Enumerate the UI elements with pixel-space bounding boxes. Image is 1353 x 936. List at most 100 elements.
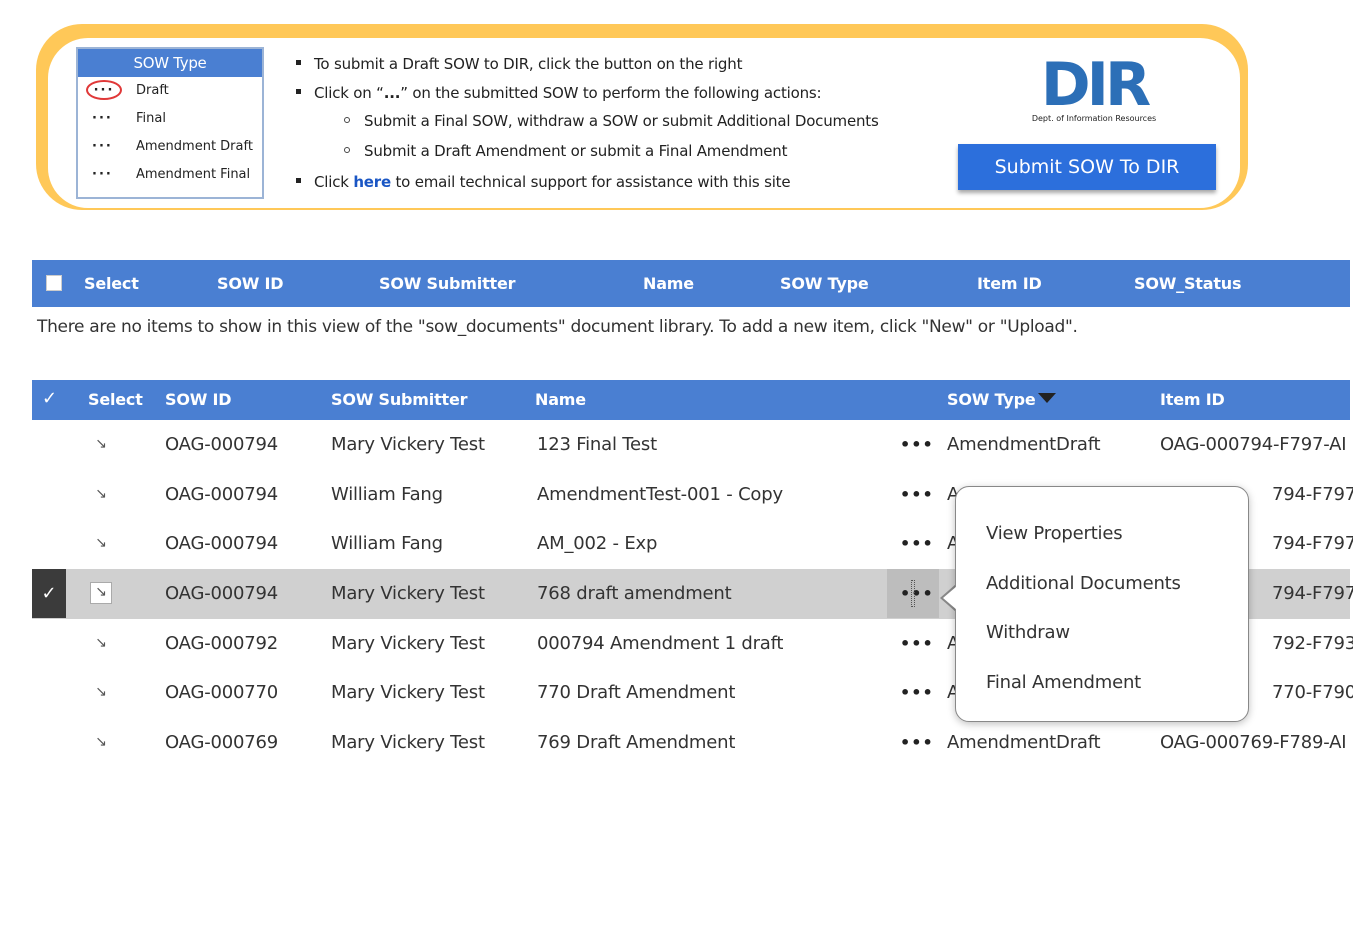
bullet-icon <box>296 60 301 65</box>
legend-item-amendment-draft: ··· Amendment Draft <box>78 133 262 161</box>
cell-name[interactable]: 768 draft amendment <box>537 569 732 618</box>
cell-sow-id: OAG-000794 <box>165 533 279 555</box>
select-all-checkbox[interactable] <box>46 275 62 291</box>
ellipsis-icon: ··· <box>92 139 113 154</box>
cell-sow-type: AmendmentDraft <box>947 732 1101 754</box>
legend-label: Draft <box>136 83 169 98</box>
item-menu-ellipsis[interactable]: ••• <box>900 569 933 618</box>
document-type-icon[interactable]: ↘ <box>90 582 112 605</box>
empty-library-message: There are no items to show in this view … <box>37 317 1078 337</box>
column-header-name[interactable]: Name <box>535 380 586 420</box>
cell-item-id: OAG-000794-F797-AI <box>1160 434 1347 455</box>
cell-sow-id: OAG-000769 <box>165 732 279 754</box>
submit-sow-button[interactable]: Submit SOW To DIR <box>958 144 1216 190</box>
document-type-icon[interactable]: ↘ <box>92 634 110 652</box>
cell-sow-id: OAG-000792 <box>165 632 279 654</box>
cell-submitter: William Fang <box>331 483 443 505</box>
column-header-sow-submitter[interactable]: SOW Submitter <box>379 260 516 307</box>
legend-label: Amendment Final <box>136 167 251 182</box>
callout-pointer-fill <box>943 586 957 610</box>
cell-sow-id: OAG-000770 <box>165 682 279 704</box>
cell-submitter: William Fang <box>331 533 443 555</box>
column-header-name[interactable]: Name <box>643 260 694 307</box>
item-menu-ellipsis[interactable]: ••• <box>900 420 933 469</box>
cell-name[interactable]: AmendmentTest-001 - Copy <box>537 470 783 519</box>
column-header-sow-id[interactable]: SOW ID <box>217 260 284 307</box>
sub-bullet-icon <box>344 116 350 123</box>
cell-item-id: 792-F793-AI <box>1272 632 1353 654</box>
document-type-icon[interactable]: ↘ <box>92 534 110 552</box>
cell-sow-type: AmendmentDraft <box>947 434 1101 455</box>
cell-sow-id: OAG-000794 <box>165 434 279 455</box>
table-row[interactable]: ↘ OAG-000769 Mary Vickery Test 769 Draft… <box>32 718 1350 768</box>
instruction-item: To submit a Draft SOW to DIR, click the … <box>296 54 742 74</box>
legend-item-amendment-final: ··· Amendment Final <box>78 161 262 189</box>
column-header-select[interactable]: Select <box>88 380 143 420</box>
cell-sow-id: OAG-000794 <box>165 483 279 505</box>
ellipsis-icon: ··· <box>92 167 113 182</box>
item-menu-ellipsis[interactable]: ••• <box>900 470 933 519</box>
cell-name[interactable]: 770 Draft Amendment <box>537 668 735 717</box>
cell-name[interactable]: 769 Draft Amendment <box>537 718 735 767</box>
column-header-sow-type[interactable]: SOW Type <box>947 380 1056 420</box>
menu-item-withdraw[interactable]: Withdraw <box>986 622 1070 643</box>
menu-item-view-properties[interactable]: View Properties <box>986 523 1123 544</box>
dir-logo: DIR Dept. of Information Resources <box>1028 50 1160 128</box>
instruction-item: Click here to email technical support fo… <box>296 172 791 192</box>
instruction-subitem: Submit a Final SOW, withdraw a SOW or su… <box>344 111 879 131</box>
item-menu-ellipsis[interactable]: ••• <box>900 619 933 668</box>
sow-type-legend-title: SOW Type <box>78 49 262 77</box>
cell-sow-id: OAG-000794 <box>165 583 279 605</box>
legend-label: Amendment Draft <box>136 139 253 154</box>
column-header-sow-id[interactable]: SOW ID <box>165 380 232 420</box>
column-header-sow-status[interactable]: SOW_Status <box>1134 260 1242 307</box>
table1-header: Select SOW ID SOW Submitter Name SOW Typ… <box>32 260 1350 307</box>
menu-item-final-amendment[interactable]: Final Amendment <box>986 672 1141 693</box>
item-menu-ellipsis[interactable]: ••• <box>900 519 933 568</box>
cell-item-id: 794-F797-AI <box>1272 483 1353 505</box>
cell-submitter: Mary Vickery Test <box>331 632 485 654</box>
document-type-icon[interactable]: ↘ <box>92 683 110 701</box>
column-header-item-id[interactable]: Item ID <box>977 260 1042 307</box>
cell-item-id: 770-F790-AI <box>1272 682 1353 704</box>
filter-icon <box>1037 392 1056 403</box>
column-header-sow-submitter[interactable]: SOW Submitter <box>331 380 468 420</box>
cell-item-id: 794-F797-AI <box>1272 583 1353 605</box>
instruction-item: Click on “...” on the submitted SOW to p… <box>296 83 822 103</box>
cell-name[interactable]: 123 Final Test <box>537 420 657 469</box>
dir-logo-text: DIR <box>1040 50 1151 120</box>
legend-item-final: ··· Final <box>78 105 262 133</box>
item-menu-ellipsis[interactable]: ••• <box>900 718 933 767</box>
column-header-sow-type[interactable]: SOW Type <box>780 260 869 307</box>
sub-bullet-icon <box>344 146 350 153</box>
legend-item-draft: ··· Draft <box>78 77 262 105</box>
support-email-link[interactable]: here <box>353 173 391 191</box>
checkmark-icon[interactable]: ✓ <box>42 380 57 418</box>
table2-header: ✓ Select SOW ID SOW Submitter Name SOW T… <box>32 380 1350 420</box>
instruction-subitem: Submit a Draft Amendment or submit a Fin… <box>344 141 787 161</box>
table-row[interactable]: ↘ OAG-000794 Mary Vickery Test 123 Final… <box>32 420 1350 470</box>
ellipsis-circled-icon: ··· <box>86 80 122 100</box>
dir-logo-subtitle: Dept. of Information Resources <box>1031 114 1157 123</box>
cell-name[interactable]: AM_002 - Exp <box>537 519 657 568</box>
bullet-icon <box>296 89 301 94</box>
cell-submitter: Mary Vickery Test <box>331 434 485 455</box>
item-menu-ellipsis[interactable]: ••• <box>900 668 933 717</box>
row-selected-checkmark-icon[interactable]: ✓ <box>32 569 66 619</box>
document-type-icon[interactable]: ↘ <box>92 485 110 503</box>
document-type-icon[interactable]: ↘ <box>92 435 110 453</box>
sow-type-legend: SOW Type ··· Draft ··· Final ··· Amendme… <box>76 47 264 199</box>
cell-item-id: OAG-000769-F789-AI <box>1160 732 1347 754</box>
document-type-icon[interactable]: ↘ <box>92 733 110 751</box>
cell-name[interactable]: 000794 Amendment 1 draft <box>537 619 783 668</box>
cell-submitter: Mary Vickery Test <box>331 732 485 754</box>
column-header-select[interactable]: Select <box>84 260 139 307</box>
ellipsis-icon: ··· <box>92 111 113 126</box>
bullet-icon <box>296 178 301 183</box>
menu-item-additional-documents[interactable]: Additional Documents <box>986 573 1181 594</box>
cell-submitter: Mary Vickery Test <box>331 682 485 704</box>
legend-label: Final <box>136 111 166 126</box>
column-header-item-id[interactable]: Item ID <box>1160 380 1225 420</box>
cell-item-id: 794-F797-AI <box>1272 533 1353 555</box>
item-actions-callout: View Properties Additional Documents Wit… <box>955 486 1249 722</box>
